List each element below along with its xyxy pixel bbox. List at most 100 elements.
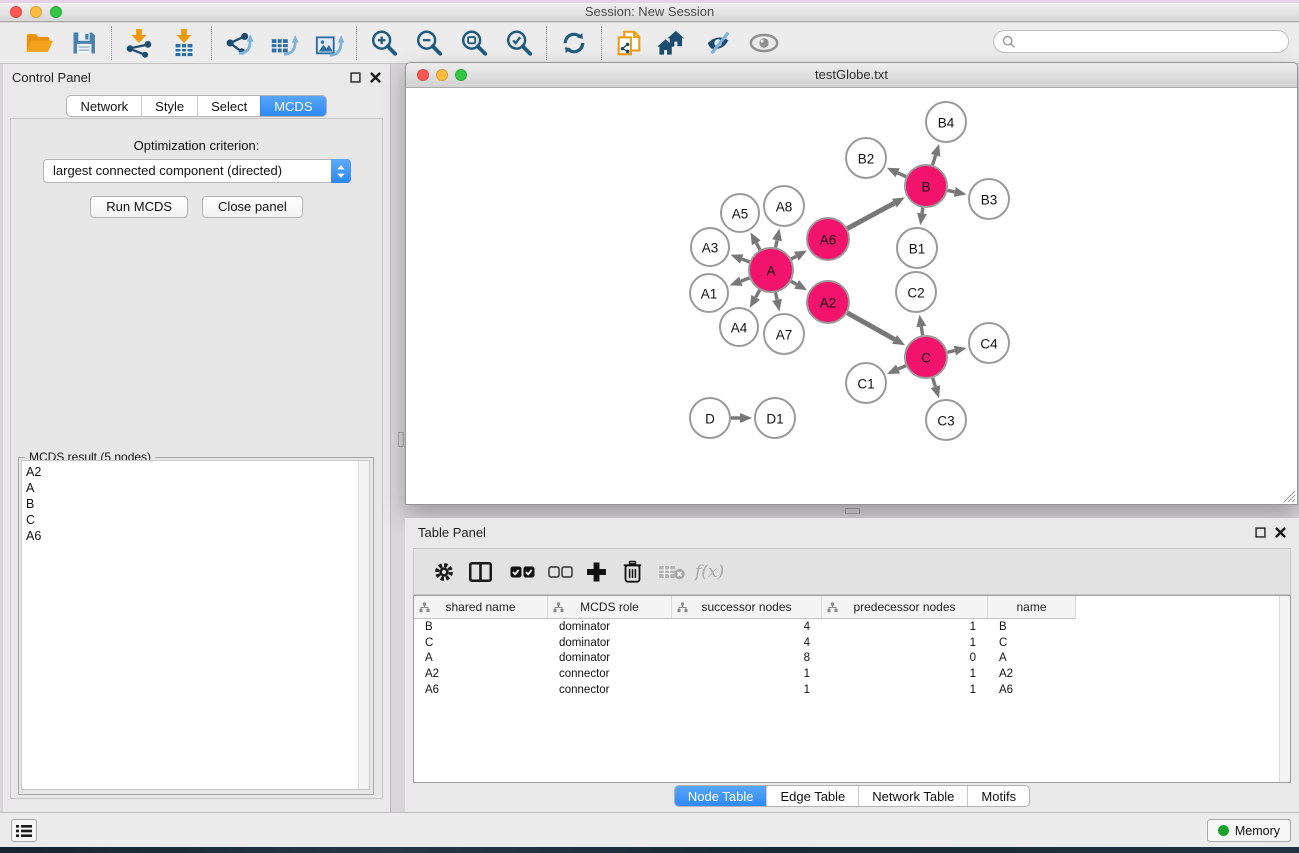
graph-node-B4[interactable]: B4 — [926, 102, 966, 142]
tab-mcds[interactable]: MCDS — [260, 96, 325, 116]
tab-style[interactable]: Style — [141, 96, 197, 116]
graph-edge-C-C1[interactable] — [898, 366, 906, 369]
result-list-item[interactable]: A2 — [22, 464, 357, 480]
graph-node-B[interactable]: B — [905, 165, 947, 207]
open-file-icon[interactable] — [23, 27, 55, 59]
close-window-button[interactable] — [10, 6, 22, 18]
window-resize-grip[interactable] — [1282, 489, 1295, 502]
network-close-button[interactable] — [417, 69, 429, 81]
tab-network-table[interactable]: Network Table — [858, 786, 967, 806]
column-header-MCDS-role[interactable]: MCDS role — [548, 596, 672, 619]
close-table-panel-icon[interactable] — [1275, 527, 1286, 538]
network-graph[interactable]: B4B2BB3A8A5A6B1A3AA1C2A2A4A7C4CC1C3DD1 — [406, 89, 1297, 504]
graph-node-B3[interactable]: B3 — [969, 179, 1009, 219]
graph-node-D1[interactable]: D1 — [755, 398, 795, 438]
result-list-item[interactable]: A — [22, 480, 357, 496]
import-network-icon[interactable] — [123, 27, 155, 59]
graph-node-B1[interactable]: B1 — [897, 228, 937, 268]
criterion-dropdown[interactable]: largest connected component (directed) — [43, 159, 351, 183]
save-session-icon[interactable] — [68, 27, 100, 59]
close-panel-icon[interactable] — [370, 72, 381, 83]
graph-edge-C-C3[interactable] — [933, 378, 936, 387]
graph-edge-B-B4[interactable] — [933, 155, 936, 165]
graph-node-A1[interactable]: A1 — [690, 274, 728, 312]
result-list-item[interactable]: A6 — [22, 528, 357, 544]
graph-edge-B-B2[interactable] — [898, 173, 906, 177]
export-image-icon[interactable] — [313, 27, 345, 59]
graph-edge-C-C4[interactable] — [947, 351, 954, 353]
deselect-all-icon[interactable] — [548, 566, 573, 578]
tab-network[interactable]: Network — [67, 96, 141, 116]
graph-node-A[interactable]: A — [749, 248, 793, 292]
graph-edge-A-A7[interactable] — [776, 293, 777, 300]
graph-node-A3[interactable]: A3 — [691, 228, 729, 266]
zoom-fit-icon[interactable] — [458, 27, 490, 59]
zoom-window-button[interactable] — [50, 6, 62, 18]
split-view-icon[interactable] — [469, 562, 492, 582]
memory-button[interactable]: Memory — [1207, 819, 1291, 842]
graph-edge-A2-C[interactable] — [847, 313, 894, 340]
graph-edge-A-A5[interactable] — [756, 243, 760, 250]
graph-node-A7[interactable]: A7 — [764, 314, 804, 354]
import-table-icon[interactable] — [168, 27, 200, 59]
graph-node-D[interactable]: D — [690, 398, 730, 438]
graph-edge-A6-B[interactable] — [847, 203, 894, 228]
task-history-button[interactable] — [11, 819, 37, 842]
column-header-shared-name[interactable]: shared name — [414, 596, 548, 619]
table-row[interactable]: Bdominator41B — [414, 619, 1278, 635]
table-row[interactable]: Adominator80A — [414, 650, 1278, 666]
show-all-eye-icon[interactable] — [748, 27, 780, 59]
result-list-item[interactable]: C — [22, 512, 357, 528]
tab-edge-table[interactable]: Edge Table — [766, 786, 858, 806]
network-zoom-button[interactable] — [455, 69, 467, 81]
close-panel-button[interactable]: Close panel — [202, 196, 303, 218]
search-box[interactable] — [993, 30, 1289, 53]
table-row[interactable]: A6connector11A6 — [414, 682, 1278, 698]
table-scrollbar[interactable] — [1279, 596, 1290, 782]
search-input[interactable] — [1016, 35, 1288, 49]
graph-node-A5[interactable]: A5 — [721, 194, 759, 232]
float-table-panel-icon[interactable] — [1255, 527, 1266, 538]
hide-unselected-icon[interactable] — [703, 27, 735, 59]
vertical-splitter-grip[interactable] — [398, 432, 404, 447]
graph-edge-A-A2[interactable] — [791, 281, 797, 284]
graph-node-B2[interactable]: B2 — [846, 138, 886, 178]
float-panel-icon[interactable] — [350, 72, 361, 83]
column-header-successor-nodes[interactable]: successor nodes — [672, 596, 822, 619]
graph-edge-A-A6[interactable] — [791, 256, 796, 259]
refresh-view-icon[interactable] — [558, 27, 590, 59]
horizontal-splitter-grip[interactable] — [845, 508, 860, 514]
zoom-in-icon[interactable] — [368, 27, 400, 59]
result-list-scrollbar[interactable] — [358, 461, 369, 789]
zoom-selected-icon[interactable] — [503, 27, 535, 59]
graph-node-C3[interactable]: C3 — [926, 400, 966, 440]
table-settings-gear-icon[interactable] — [433, 561, 455, 583]
result-list-item[interactable]: B — [22, 496, 357, 512]
delete-column-trash-icon[interactable] — [623, 560, 642, 583]
graph-node-A4[interactable]: A4 — [720, 308, 758, 346]
graph-node-A8[interactable]: A8 — [764, 186, 804, 226]
graph-edge-B-B3[interactable] — [948, 190, 955, 191]
network-canvas[interactable]: B4B2BB3A8A5A6B1A3AA1C2A2A4A7C4CC1C3DD1 — [406, 89, 1297, 504]
graph-edge-A-A8[interactable] — [776, 240, 777, 247]
tab-motifs[interactable]: Motifs — [967, 786, 1029, 806]
graph-node-C2[interactable]: C2 — [896, 272, 936, 312]
graph-node-A6[interactable]: A6 — [807, 218, 849, 260]
select-all-icon[interactable] — [510, 566, 535, 578]
graph-node-C4[interactable]: C4 — [969, 323, 1009, 363]
graph-edge-A-A4[interactable] — [756, 290, 760, 297]
graph-edge-B-B1[interactable] — [922, 208, 923, 214]
tab-select[interactable]: Select — [197, 96, 260, 116]
mcds-result-list[interactable]: A2ABCA6 — [21, 460, 370, 790]
minimize-window-button[interactable] — [30, 6, 42, 18]
graph-edge-A-A3[interactable] — [742, 259, 750, 262]
column-header-predecessor-nodes[interactable]: predecessor nodes — [822, 596, 988, 619]
graph-node-A2[interactable]: A2 — [807, 281, 849, 323]
run-mcds-button[interactable]: Run MCDS — [90, 196, 188, 218]
column-header-name[interactable]: name — [988, 596, 1076, 619]
graph-edge-C-C2[interactable] — [921, 327, 922, 336]
graph-edge-A-A1[interactable] — [741, 278, 750, 281]
graph-node-C1[interactable]: C1 — [846, 363, 886, 403]
network-minimize-button[interactable] — [436, 69, 448, 81]
network-window-titlebar[interactable]: testGlobe.txt — [406, 63, 1297, 88]
